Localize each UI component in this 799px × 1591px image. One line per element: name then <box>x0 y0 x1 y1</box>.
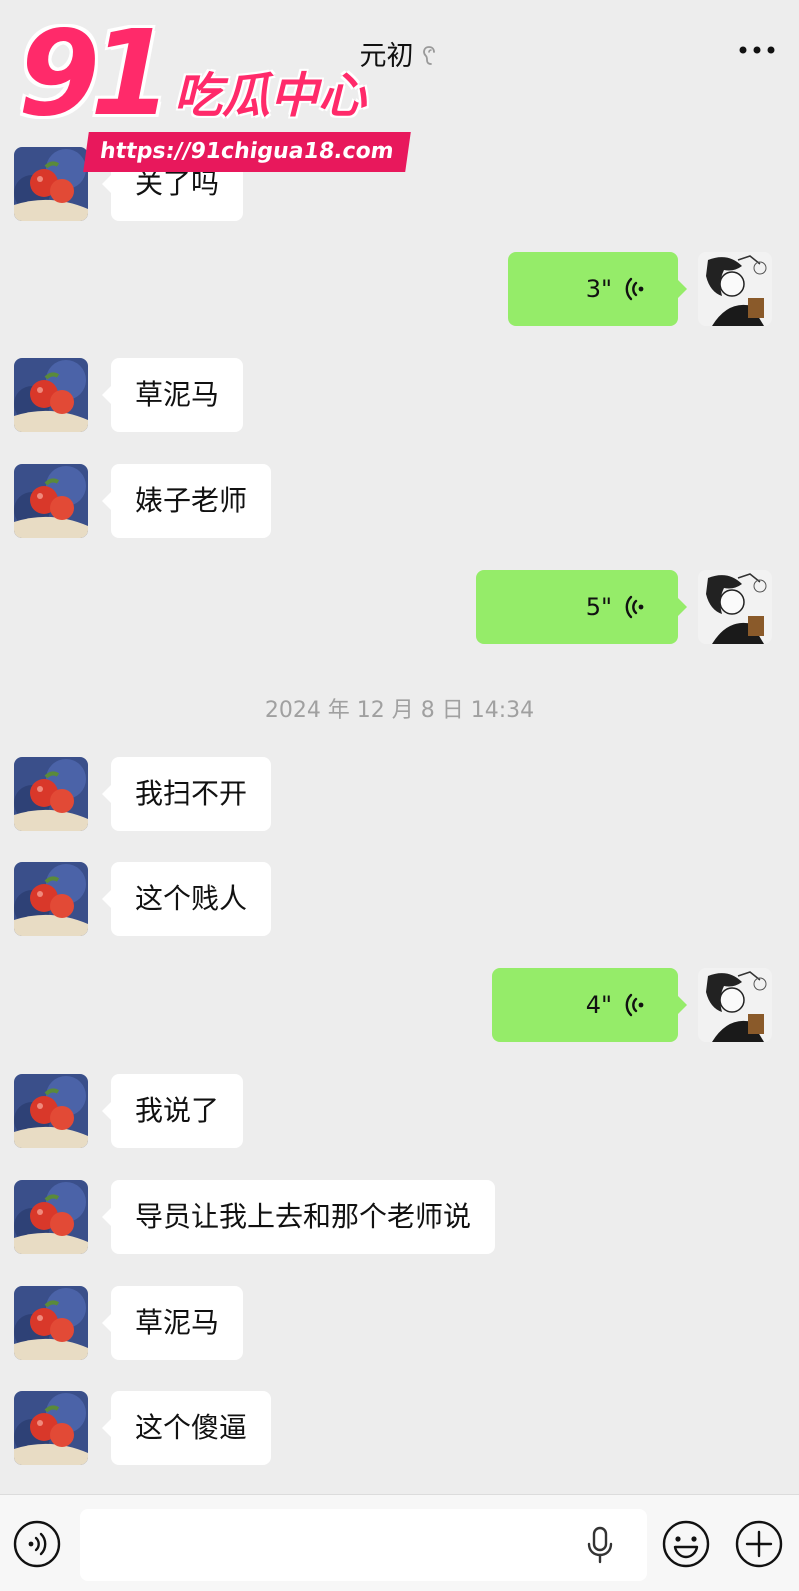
message-input[interactable] <box>80 1509 647 1581</box>
plus-icon[interactable] <box>734 1519 784 1569</box>
voice-message-bubble[interactable]: 4" <box>492 968 687 1042</box>
received-message-bubble[interactable]: 我说了 <box>101 1074 244 1148</box>
contact-avatar[interactable] <box>14 464 88 538</box>
received-message-bubble[interactable]: 关了吗 <box>101 147 244 221</box>
ear-icon <box>422 46 435 65</box>
voice-duration: 3" <box>585 275 612 303</box>
contact-avatar[interactable] <box>14 862 88 936</box>
voice-wave-icon <box>625 993 644 1017</box>
contact-avatar[interactable] <box>14 1180 88 1254</box>
input-bar <box>0 1494 799 1591</box>
contact-avatar[interactable] <box>14 147 88 221</box>
received-message-bubble[interactable]: 这个贱人 <box>101 862 272 936</box>
voice-message-bubble[interactable]: 5" <box>476 570 687 644</box>
voice-wave-icon <box>625 277 644 301</box>
voice-message-bubble[interactable]: 3" <box>508 252 687 326</box>
received-message-bubble[interactable]: 草泥马 <box>101 358 244 432</box>
received-message-bubble[interactable]: 草泥马 <box>101 1286 244 1360</box>
chat-header: 元初 <box>0 0 799 96</box>
self-avatar[interactable] <box>698 968 772 1042</box>
message-timestamp: 2024 年 12 月 8 日 14:34 <box>264 698 535 723</box>
microphone-icon[interactable] <box>585 1525 615 1565</box>
voice-mode-icon[interactable] <box>12 1519 62 1569</box>
voice-duration: 4" <box>585 991 612 1019</box>
contact-avatar[interactable] <box>14 1286 88 1360</box>
contact-avatar[interactable] <box>14 1074 88 1148</box>
received-message-bubble[interactable]: 这个傻逼 <box>101 1391 272 1465</box>
contact-avatar[interactable] <box>14 1391 88 1465</box>
received-message-bubble[interactable]: 导员让我上去和那个老师说 <box>101 1180 496 1254</box>
contact-name[interactable]: 元初 <box>360 41 414 72</box>
emoji-icon[interactable] <box>661 1519 711 1569</box>
contact-avatar[interactable] <box>14 757 88 831</box>
self-avatar[interactable] <box>698 570 772 644</box>
voice-wave-icon <box>625 595 644 619</box>
more-dots-icon[interactable] <box>737 40 777 60</box>
chat-title: 元初 <box>0 34 799 73</box>
received-message-bubble[interactable]: 我扫不开 <box>101 757 272 831</box>
contact-avatar[interactable] <box>14 358 88 432</box>
received-message-bubble[interactable]: 婊子老师 <box>101 464 272 538</box>
self-avatar[interactable] <box>698 252 772 326</box>
voice-duration: 5" <box>585 593 612 621</box>
